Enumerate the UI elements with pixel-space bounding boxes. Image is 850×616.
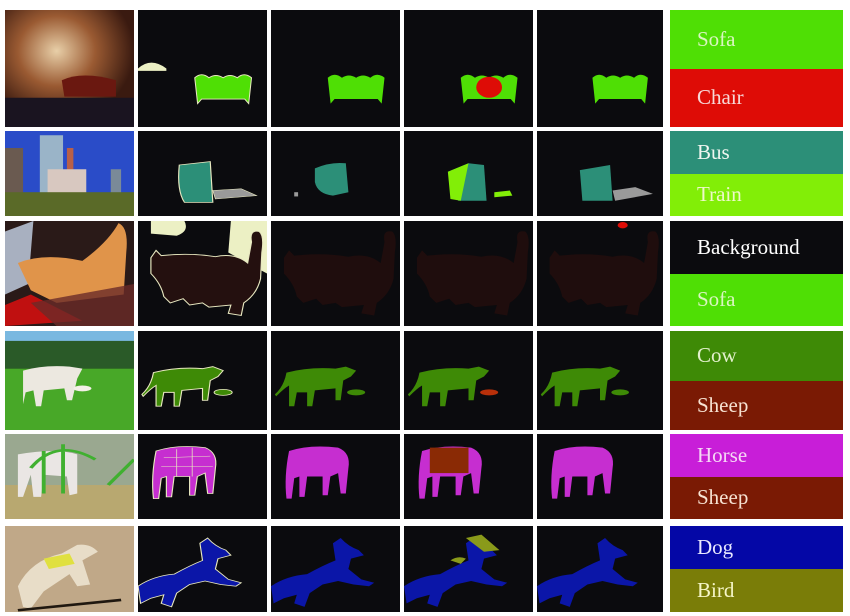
method-c-output-row-4	[537, 331, 663, 430]
method-b-output-row-4	[404, 331, 533, 430]
method-a-output-row-1	[271, 10, 400, 127]
legend-item-bus: Bus	[670, 131, 843, 174]
legend-label: Horse	[697, 442, 748, 467]
input-image-row-1	[5, 10, 134, 127]
method-a-output-row-5	[271, 434, 400, 519]
legend-group-row-6: Dog Bird	[670, 526, 843, 612]
method-c-output-row-6	[537, 526, 663, 612]
input-image-row-2	[5, 131, 134, 216]
legend-label: Train	[697, 182, 742, 207]
legend-group-row-3: Background Sofa	[670, 221, 843, 326]
legend-label: Sofa	[697, 26, 736, 51]
legend-item-sheep: Sheep	[670, 380, 843, 430]
legend-label: Dog	[697, 535, 734, 559]
legend-label: Sheep	[697, 485, 749, 510]
legend-label: Bus	[697, 139, 730, 164]
method-a-output-row-2	[271, 131, 400, 216]
legend-item-sofa: Sofa	[670, 10, 843, 69]
method-a-output-row-3	[271, 221, 400, 326]
legend-label: Background	[697, 234, 800, 259]
method-b-output-row-5	[404, 434, 533, 519]
legend-item-horse: Horse	[670, 434, 843, 477]
ground-truth-row-2	[138, 131, 267, 216]
legend-label: Sheep	[697, 392, 749, 417]
legend-item-sheep: Sheep	[670, 476, 843, 519]
legend-item-train: Train	[670, 173, 843, 216]
method-c-output-row-2	[537, 131, 663, 216]
legend-item-chair: Chair	[670, 68, 843, 127]
legend-item-sofa: Sofa	[670, 273, 843, 326]
method-b-output-row-2	[404, 131, 533, 216]
ground-truth-row-1	[138, 10, 267, 127]
legend-item-dog: Dog	[670, 526, 843, 569]
legend-item-background: Background	[670, 221, 843, 274]
method-b-output-row-6	[404, 526, 533, 612]
legend-label: Chair	[697, 85, 744, 110]
method-b-output-row-3	[404, 221, 533, 326]
legend-group-row-5: Horse Sheep	[670, 434, 843, 519]
input-image-row-5	[5, 434, 134, 519]
method-a-output-row-4	[271, 331, 400, 430]
legend-label: Bird	[697, 578, 735, 602]
ground-truth-row-5	[138, 434, 267, 519]
input-image-row-4	[5, 331, 134, 430]
legend-item-cow: Cow	[670, 331, 843, 381]
legend-label: Sofa	[697, 287, 736, 312]
method-c-output-row-1	[537, 10, 663, 127]
method-b-output-row-1	[404, 10, 533, 127]
legend-label: Cow	[697, 343, 737, 368]
legend-group-row-4: Cow Sheep	[670, 331, 843, 430]
legend-group-row-1: Sofa Chair	[670, 10, 843, 127]
method-c-output-row-3	[537, 221, 663, 326]
input-image-row-3	[5, 221, 134, 326]
legend-group-row-2: Bus Train	[670, 131, 843, 216]
method-a-output-row-6	[271, 526, 400, 612]
ground-truth-row-4	[138, 331, 267, 430]
legend-item-bird: Bird	[670, 569, 843, 612]
input-image-row-6	[5, 526, 134, 612]
ground-truth-row-6	[138, 526, 267, 612]
ground-truth-row-3	[138, 221, 267, 326]
method-c-output-row-5	[537, 434, 663, 519]
